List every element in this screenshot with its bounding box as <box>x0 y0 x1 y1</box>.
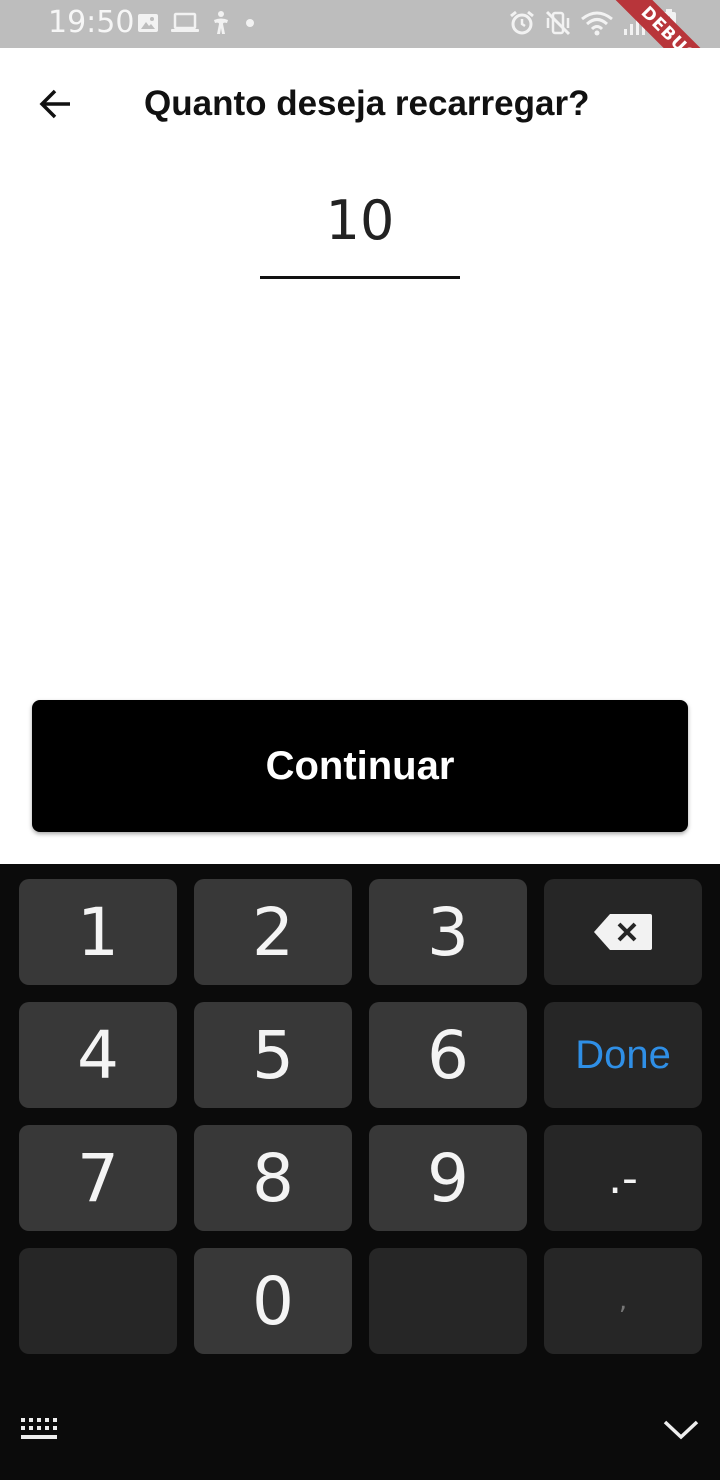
key-1[interactable]: 1 <box>19 879 177 985</box>
vibrate-mute-icon <box>545 10 571 36</box>
backspace-icon <box>594 914 652 950</box>
wifi-icon <box>581 11 613 36</box>
done-key[interactable]: Done <box>544 1002 702 1108</box>
alarm-icon <box>510 10 534 35</box>
page-title: Quanto deseja recarregar? <box>144 84 590 123</box>
amount-underline <box>260 276 460 279</box>
dot-icon <box>246 19 254 27</box>
laptop-icon <box>171 12 199 32</box>
continue-button[interactable]: Continuar <box>32 700 688 832</box>
dot-dash-key[interactable]: .- <box>544 1125 702 1231</box>
status-time: 19:50 <box>48 5 135 40</box>
key-0[interactable]: 0 <box>194 1248 352 1354</box>
app-bar: Quanto deseja recarregar? <box>0 48 720 160</box>
key-3[interactable]: 3 <box>369 879 527 985</box>
key-5[interactable]: 5 <box>194 1002 352 1108</box>
empty-key-left <box>19 1248 177 1354</box>
keyboard-icon <box>21 1418 57 1439</box>
comma-key[interactable]: , <box>544 1248 702 1354</box>
status-left-icons <box>136 10 258 36</box>
done-label: Done <box>575 1032 671 1077</box>
backspace-key[interactable] <box>544 879 702 985</box>
key-6[interactable]: 6 <box>369 1002 527 1108</box>
empty-key-right <box>369 1248 527 1354</box>
dot-dash-label: .- <box>608 1152 638 1204</box>
back-button[interactable] <box>22 70 90 138</box>
accessibility-icon <box>214 11 228 34</box>
chevron-down-icon <box>663 1420 699 1440</box>
amount-input[interactable] <box>260 180 460 260</box>
status-bar: 19:50 DEBUG <box>0 0 720 48</box>
arrow-left-icon <box>39 89 70 119</box>
key-8[interactable]: 8 <box>194 1125 352 1231</box>
keyboard-switch-button[interactable] <box>20 1416 62 1447</box>
key-2[interactable]: 2 <box>194 879 352 985</box>
image-icon <box>138 14 158 32</box>
amount-field[interactable] <box>260 180 460 280</box>
key-4[interactable]: 4 <box>19 1002 177 1108</box>
hide-keyboard-button[interactable] <box>662 1416 700 1447</box>
comma-label: , <box>618 1286 628 1316</box>
key-7[interactable]: 7 <box>19 1125 177 1231</box>
numeric-keyboard: 1 2 3 4 5 6 Done 7 8 9 .- 0 , <box>0 864 720 1480</box>
key-9[interactable]: 9 <box>369 1125 527 1231</box>
